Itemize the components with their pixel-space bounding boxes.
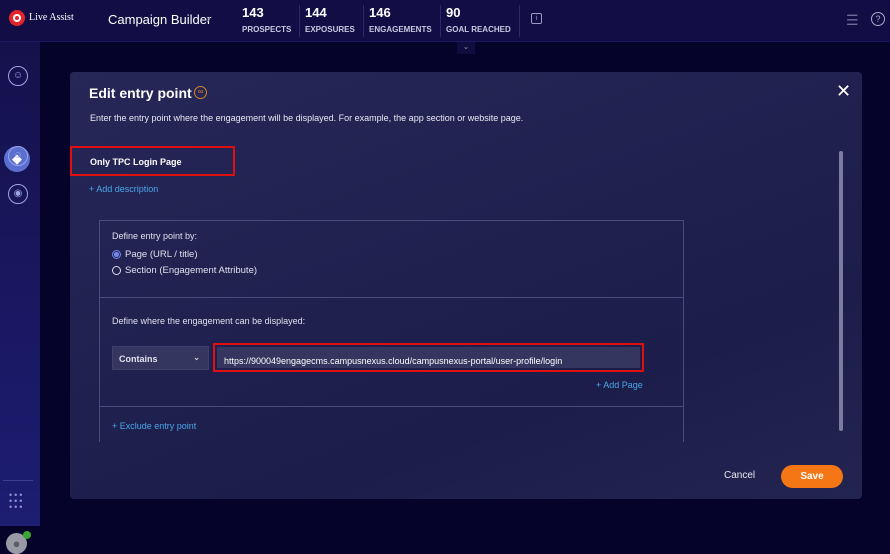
chevron-right-icon: › [206,11,211,26]
entry-point-definition-panel: Define entry point by: Page (URL / title… [99,220,684,442]
live-assist-logo: Live Assist [9,10,74,26]
match-type-select[interactable]: Contains ⌄ [112,346,209,370]
add-description-link[interactable]: + Add description [89,184,158,194]
where-label: Define where the engagement can be displ… [112,316,306,326]
define-by-label: Define entry point by: [112,231,198,241]
apps-grid-icon[interactable]: ••• ••• ••• [9,491,24,512]
agent-icon[interactable]: ☺ [8,66,28,86]
stat-goal-reached[interactable]: 90 GOAL REACHED [438,5,520,37]
cancel-button[interactable]: Cancel [724,470,755,481]
exclude-entry-point-link[interactable]: + Exclude entry point [100,407,683,445]
layers-icon[interactable]: ☰ [846,12,859,29]
stat-label: EXPOSURES [305,25,355,34]
select-value: Contains [119,354,158,364]
help-icon[interactable]: ? [871,12,885,26]
stat-label: GOAL REACHED [446,25,511,34]
stat-exposures[interactable]: 144 EXPOSURES [297,5,364,37]
sidebar-divider [3,480,33,481]
expand-header-chevron-icon[interactable]: ⌄ [457,42,475,54]
stat-value: 143 [242,5,264,20]
link-icon: ∞ [194,86,207,99]
radio-unchecked-icon[interactable] [112,266,121,275]
radio-section[interactable]: Section (Engagement Attribute) [112,265,671,276]
entry-point-name-field[interactable]: Only TPC Login Page [70,146,235,176]
stat-label: ENGAGEMENTS [369,25,432,34]
user-icon[interactable]: ☺ [8,146,28,166]
radio-label: Page (URL / title) [125,249,198,260]
stat-engagements[interactable]: 146 ENGAGEMENTS [361,5,441,37]
radio-checked-icon[interactable] [112,250,121,259]
top-bar: Live Assist Campaign Builder › 143 PROSPE… [0,0,890,42]
stat-value: 144 [305,5,327,20]
scrollbar[interactable] [839,151,843,431]
dialog-description: Enter the entry point where the engageme… [90,113,524,123]
display-rules-section: Define where the engagement can be displ… [100,298,683,407]
url-highlight [213,343,644,372]
app-title: Campaign Builder [108,12,212,27]
sidebar: ☺ ◆ ☺ ◉ ••• ••• ••• ● [0,42,40,554]
chevron-down-icon: ⌄ [193,353,200,362]
stat-label: PROSPECTS [242,25,292,34]
logo-text: Live Assist [29,12,74,23]
edit-entry-point-dialog: Edit entry point ∞ ✕ Enter the entry poi… [70,72,862,499]
online-status-icon [23,531,31,539]
save-button[interactable]: Save [781,465,843,488]
url-input[interactable] [217,347,640,368]
dialog-title: Edit entry point [89,85,192,101]
bot-icon[interactable]: ◉ [8,184,28,204]
radio-page[interactable]: Page (URL / title) [112,249,671,260]
close-icon[interactable]: ✕ [836,81,851,102]
stat-value: 146 [369,5,391,20]
define-by-section: Define entry point by: Page (URL / title… [100,221,683,298]
info-icon[interactable]: i [531,13,542,24]
stat-value: 90 [446,5,461,20]
radio-label: Section (Engagement Attribute) [125,265,258,276]
add-page-link[interactable]: + Add Page [596,380,643,390]
stat-prospects[interactable]: 143 PROSPECTS [234,5,301,37]
